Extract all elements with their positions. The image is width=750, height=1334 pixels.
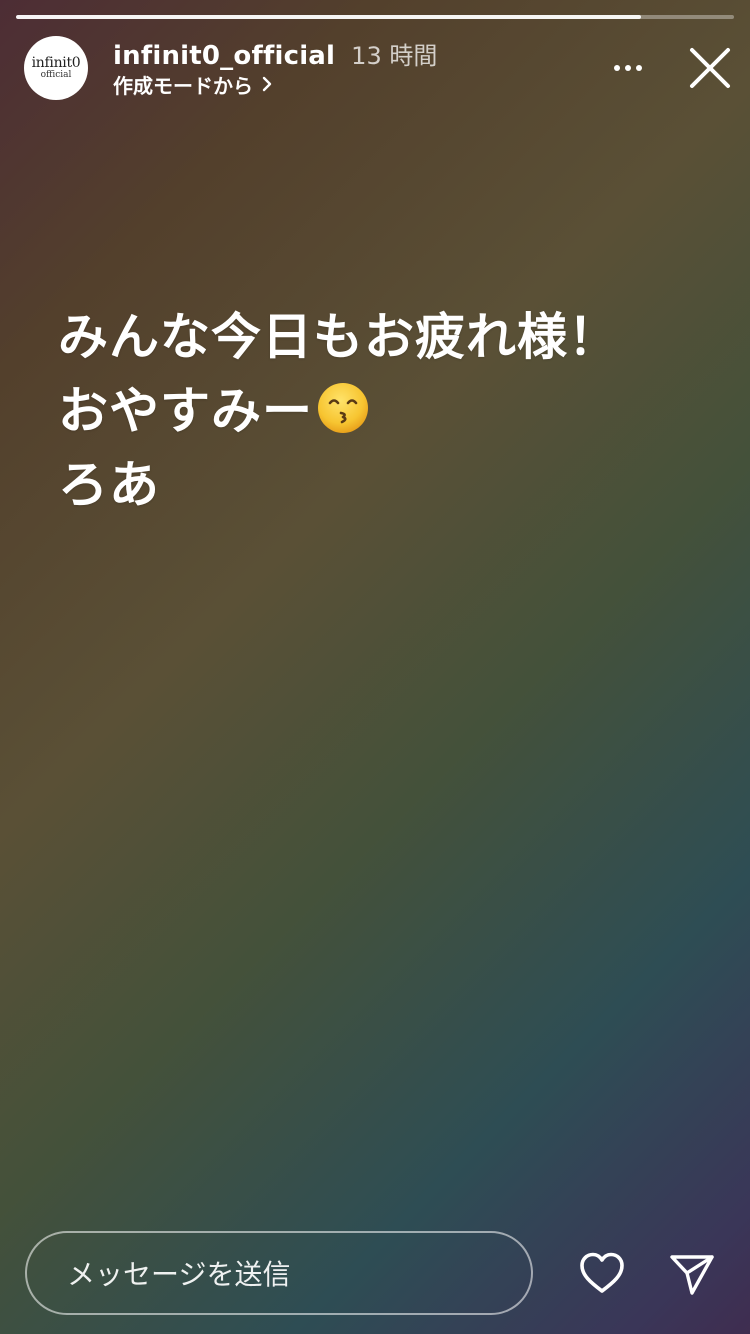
message-placeholder: メッセージを送信	[67, 1258, 291, 1291]
story-text: みんな今日もお疲れ様！ おやすみー ろあ	[58, 300, 698, 522]
story-progress-bar	[16, 15, 734, 19]
more-horizontal-icon	[614, 65, 620, 71]
username-row: infinit0_official 13 時間	[113, 36, 438, 71]
avatar[interactable]: infinit0 official	[24, 36, 88, 100]
story-text-line: ろあ	[58, 456, 160, 514]
send-icon[interactable]	[668, 1251, 716, 1297]
story-progress-fill	[16, 15, 641, 19]
more-horizontal-icon-dot	[636, 65, 642, 71]
chevron-right-icon	[262, 76, 272, 92]
avatar-logo-subtext: official	[40, 70, 72, 80]
story-header: infinit0 official infinit0_official 13 時…	[24, 36, 734, 100]
story-text-line-content: おやすみー	[58, 382, 313, 440]
post-time: 13 時間	[351, 42, 438, 70]
close-icon[interactable]	[688, 46, 732, 90]
kissing-face-emoji-icon	[318, 383, 368, 433]
username[interactable]: infinit0_official	[113, 41, 335, 71]
story-text-line: おやすみー	[58, 374, 698, 448]
avatar-logo-text: infinit0	[31, 55, 81, 71]
create-mode-link[interactable]: 作成モードから	[113, 71, 437, 98]
message-input[interactable]: メッセージを送信	[25, 1231, 533, 1315]
story-screen[interactable]: infinit0 official infinit0_official 13 時…	[0, 0, 750, 1334]
more-options-button[interactable]	[608, 52, 648, 84]
story-text-line: みんな今日もお疲れ様！	[58, 308, 619, 366]
create-mode-label: 作成モードから	[113, 73, 253, 98]
heart-icon[interactable]	[578, 1250, 626, 1296]
story-meta: infinit0_official 13 時間 作成モードから	[113, 36, 438, 98]
more-horizontal-icon-dot	[625, 65, 631, 71]
